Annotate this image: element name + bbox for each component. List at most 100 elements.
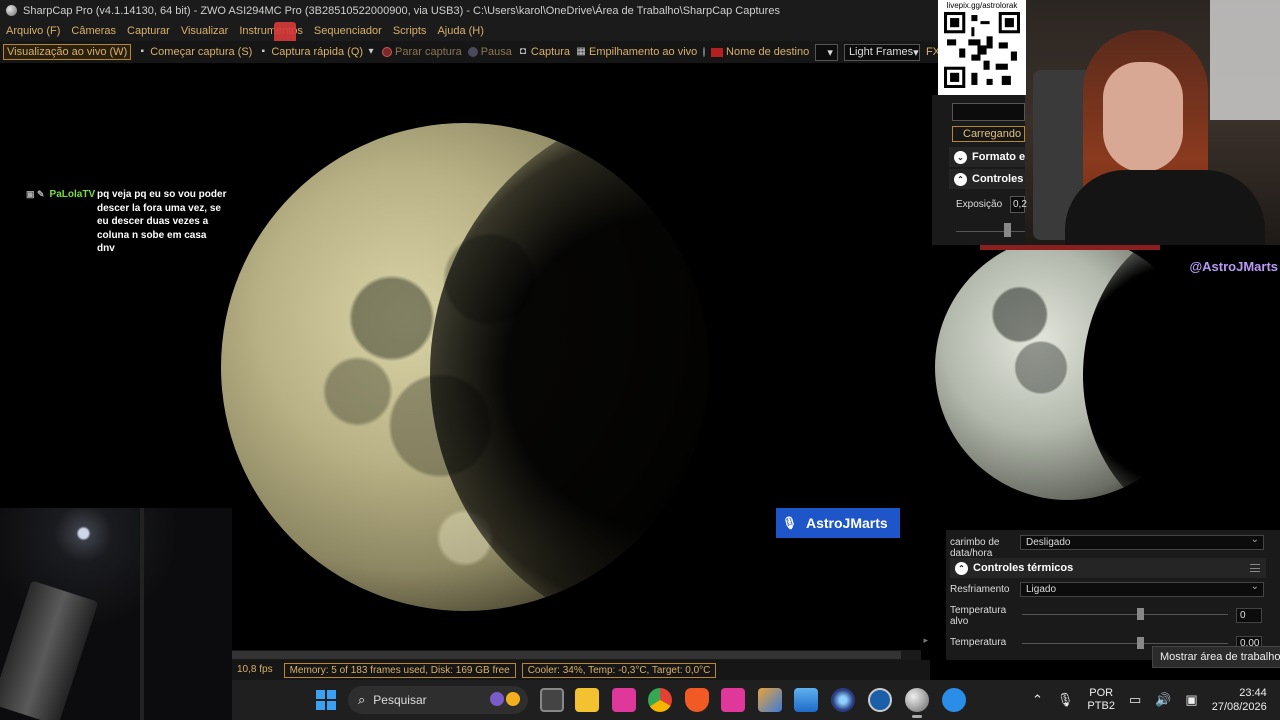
target-name-label: Nome de destino	[726, 46, 810, 58]
telescope-shape	[0, 580, 99, 720]
target-temp-slider-track[interactable]	[1022, 614, 1228, 615]
volume-icon[interactable]: 🔊	[1155, 692, 1171, 708]
menu-bar: Arquivo (F) Câmeras Capturar Visualizar …	[0, 21, 940, 41]
live-stack-button[interactable]: ▦ Empilhamento ao vivo	[576, 46, 697, 58]
chevron-up-icon: ⌃	[954, 172, 967, 186]
chevron-up-icon[interactable]: ⌃	[1032, 692, 1043, 708]
camera-icon: ◘	[519, 46, 526, 57]
taskbar-search[interactable]: ⌕ Pesquisar	[348, 686, 528, 714]
stop-capture-label: Parar captura	[395, 46, 462, 58]
menu-cameras[interactable]: Câmeras	[71, 25, 116, 37]
moon-preview: @AstroJMarts	[933, 250, 1280, 530]
video-camera-icon: ▪	[140, 46, 144, 57]
menu-ajuda[interactable]: Ajuda (H)	[437, 25, 483, 37]
timestamp-label: carimbo de data/hora	[950, 537, 1000, 559]
task-view-icon[interactable]	[540, 688, 564, 712]
controls-section-label: Controles da	[972, 173, 1025, 185]
chat-username: PaLolaTV	[49, 189, 96, 200]
network-icon[interactable]: ▭	[1129, 692, 1141, 708]
chat-message-text: pq veja pq eu so vou poder descer la for…	[97, 189, 227, 254]
timestamp-select[interactable]: Desligado	[1020, 533, 1264, 550]
menu-sequenciador[interactable]: Sequenciador	[314, 25, 382, 37]
profile-select[interactable]	[952, 103, 1025, 121]
battery-icon[interactable]: ▣	[1185, 692, 1197, 708]
quick-capture-label: Captura rápida (Q)	[271, 46, 364, 58]
target-name-button[interactable]: Nome de destino	[711, 46, 809, 58]
chrome-icon[interactable]	[648, 688, 672, 712]
file-explorer-icon[interactable]	[575, 688, 599, 712]
exposure-slider-track[interactable]	[956, 231, 1025, 232]
webcam-shelf	[1210, 0, 1280, 120]
pause-icon	[467, 47, 478, 57]
language-indicator[interactable]: POR PTB2	[1087, 687, 1115, 713]
temperature-slider-track	[1022, 643, 1228, 644]
window-title: SharpCap Pro (v4.1.14130, 64 bit) - ZWO …	[23, 4, 780, 17]
sharpcap-app-icon	[6, 5, 17, 16]
stop-capture-button[interactable]: Parar captura	[382, 46, 462, 58]
target-name-select[interactable]: ▾	[815, 43, 838, 61]
app-globe-icon[interactable]	[868, 688, 892, 712]
search-placeholder: Pesquisar	[373, 693, 427, 707]
brave-icon[interactable]	[685, 688, 709, 712]
format-section-label: Formato e Á	[972, 151, 1025, 163]
photos-icon[interactable]	[794, 688, 818, 712]
cooling-select[interactable]: Ligado	[1020, 580, 1264, 597]
sharpcap-taskbar-icon[interactable]	[905, 688, 929, 718]
menu-visualizar[interactable]: Visualizar	[181, 25, 229, 37]
target-temp-input[interactable]: 0	[1236, 608, 1262, 623]
app-pink-icon[interactable]	[612, 688, 636, 712]
clock[interactable]: 23:44 27/08/2026	[1212, 686, 1267, 714]
live-stack-label: Empilhamento ao vivo	[589, 46, 698, 58]
target-temp-slider-thumb[interactable]	[1137, 608, 1144, 620]
exposure-slider-thumb[interactable]	[1004, 223, 1011, 237]
start-capture-button[interactable]: ▪ Começar captura (S)	[137, 46, 252, 58]
webcam-beam	[140, 508, 144, 720]
stop-icon	[382, 47, 393, 57]
qr-label: livepix.gg/astrolorak	[946, 1, 1018, 10]
menu-capturar[interactable]: Capturar	[127, 25, 170, 37]
exposure-input[interactable]: 0,2	[1010, 196, 1027, 213]
app-folder-icon[interactable]	[758, 688, 782, 712]
horizontal-scrollbar[interactable]	[231, 650, 921, 660]
streamer-name: AstroJMarts	[806, 515, 888, 531]
menu-scripts[interactable]: Scripts	[393, 25, 427, 37]
frame-type-value: Light Frames	[848, 46, 914, 58]
language-bottom: PTB2	[1087, 700, 1115, 712]
webcam-person-face	[1103, 62, 1183, 172]
app-compass-icon[interactable]	[942, 688, 966, 712]
system-tray: ⌃ 🎙 POR PTB2 ▭ 🔊 ▣ 23:44 27/08/2026 ▤	[1032, 680, 1280, 720]
mic-muted-icon: 🎙	[782, 516, 798, 530]
qr-code-icon	[944, 12, 1020, 88]
windows-start-icon[interactable]	[316, 690, 336, 710]
quick-capture-button[interactable]: ▪ Captura rápida (Q) ▾	[258, 46, 376, 58]
frame-type-select[interactable]: Light Frames ▾	[843, 43, 920, 61]
controls-section-header[interactable]: ⌃ Controles da	[949, 169, 1025, 189]
pause-button[interactable]: Pausa	[467, 46, 512, 58]
microphone-icon[interactable]: 🎙	[1057, 692, 1074, 708]
search-icon: ⌕	[358, 692, 366, 707]
chat-overlay: ▣ ✎ PaLolaTV pq veja pq eu so vou poder …	[26, 188, 226, 256]
loading-button[interactable]: Carregando	[952, 126, 1025, 142]
menu-icon[interactable]	[1250, 564, 1260, 572]
stellarium-icon[interactable]	[831, 688, 855, 712]
chevron-down-icon[interactable]: ▾	[366, 47, 376, 57]
temperature-label: Temperatura	[950, 637, 1007, 648]
menu-arquivo[interactable]: Arquivo (F)	[6, 25, 60, 37]
target-icon	[711, 47, 724, 57]
exposure-label: Exposição	[956, 199, 1003, 210]
windows-taskbar: ⌕ Pesquisar ⌃ 🎙 POR PTB2 ▭ 🔊 ▣ 23:44 27/…	[232, 680, 1280, 720]
app-pink-2-icon[interactable]	[721, 688, 745, 712]
snapshot-button[interactable]: ◘ Captura	[518, 46, 570, 58]
scrollbar-thumb[interactable]	[231, 651, 901, 659]
format-section-header[interactable]: ⌄ Formato e Á	[949, 147, 1025, 167]
capture-toolbar: Visualização ao vivo (W) ▪ Começar captu…	[0, 41, 940, 63]
live-view-button[interactable]: Visualização ao vivo (W)	[3, 44, 132, 60]
clock-date: 27/08/2026	[1211, 701, 1267, 713]
search-highlight-icon	[490, 692, 522, 708]
scroll-right-arrow-icon[interactable]: ▸	[923, 635, 928, 646]
thermal-controls-header[interactable]: ⌃ Controles térmicos	[950, 558, 1266, 578]
chevron-down-icon: ▾	[827, 46, 833, 59]
cooling-label: Resfriamento	[950, 584, 1010, 595]
chevron-down-icon: ⌄	[954, 150, 967, 164]
telescope-webcam	[0, 508, 232, 720]
